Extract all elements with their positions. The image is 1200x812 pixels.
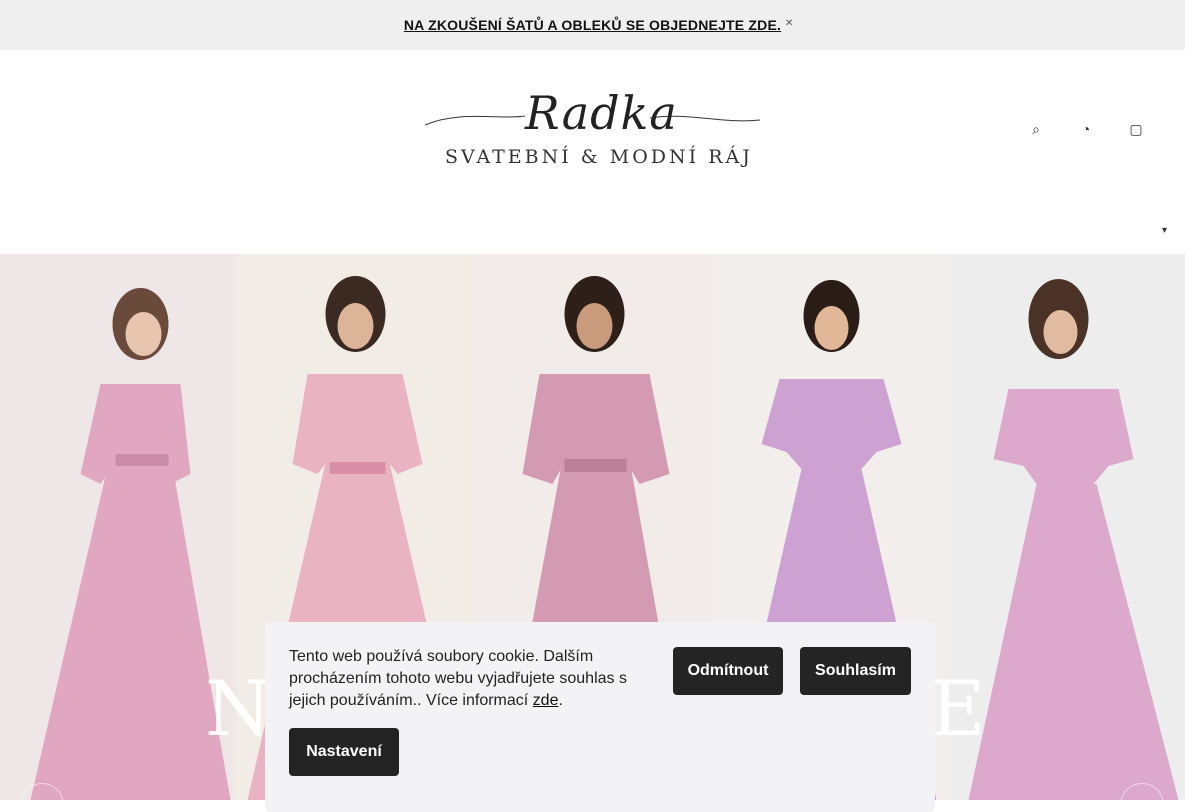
cookie-settings-button[interactable]: Nastavení: [289, 728, 399, 776]
search-icon[interactable]: ⌕: [1025, 120, 1047, 138]
hero-panel: [0, 254, 237, 800]
announcement-bar: NA ZKOUŠENÍ ŠATŮ A OBLEKŮ SE OBJEDNEJTE …: [0, 0, 1185, 50]
header-icons: ⌕ ◔ ▢: [1025, 120, 1147, 138]
reject-cookies-button[interactable]: Odmítnout: [673, 647, 783, 695]
accept-cookies-button[interactable]: Souhlasím: [800, 647, 911, 695]
site-logo[interactable]: Radka SVATEBNÍ & MODNÍ RÁJ: [420, 86, 765, 170]
logo-script: Radka: [525, 86, 678, 140]
cookie-text: Tento web používá soubory cookie. Dalším…: [289, 648, 627, 709]
hero-overlay-letter: E: [930, 664, 986, 753]
cookie-bar: Tento web používá soubory cookie. Dalším…: [265, 622, 935, 812]
close-icon[interactable]: ✕: [785, 18, 793, 29]
chevron-down-icon[interactable]: ▾: [1162, 225, 1167, 236]
cookie-more-info-link[interactable]: zde: [533, 692, 559, 709]
dress-image: [30, 288, 230, 800]
hero-overlay-letter: N: [205, 664, 272, 753]
announcement-link[interactable]: NA ZKOUŠENÍ ŠATŮ A OBLEKŮ SE OBJEDNEJTE …: [404, 17, 781, 33]
site-header: Radka SVATEBNÍ & MODNÍ RÁJ ⌕ ◔ ▢ ▾: [0, 50, 1185, 254]
user-icon[interactable]: ◔: [1075, 120, 1097, 138]
cart-icon[interactable]: ▢: [1125, 120, 1147, 138]
logo-subtitle: SVATEBNÍ & MODNÍ RÁJ: [445, 146, 753, 168]
